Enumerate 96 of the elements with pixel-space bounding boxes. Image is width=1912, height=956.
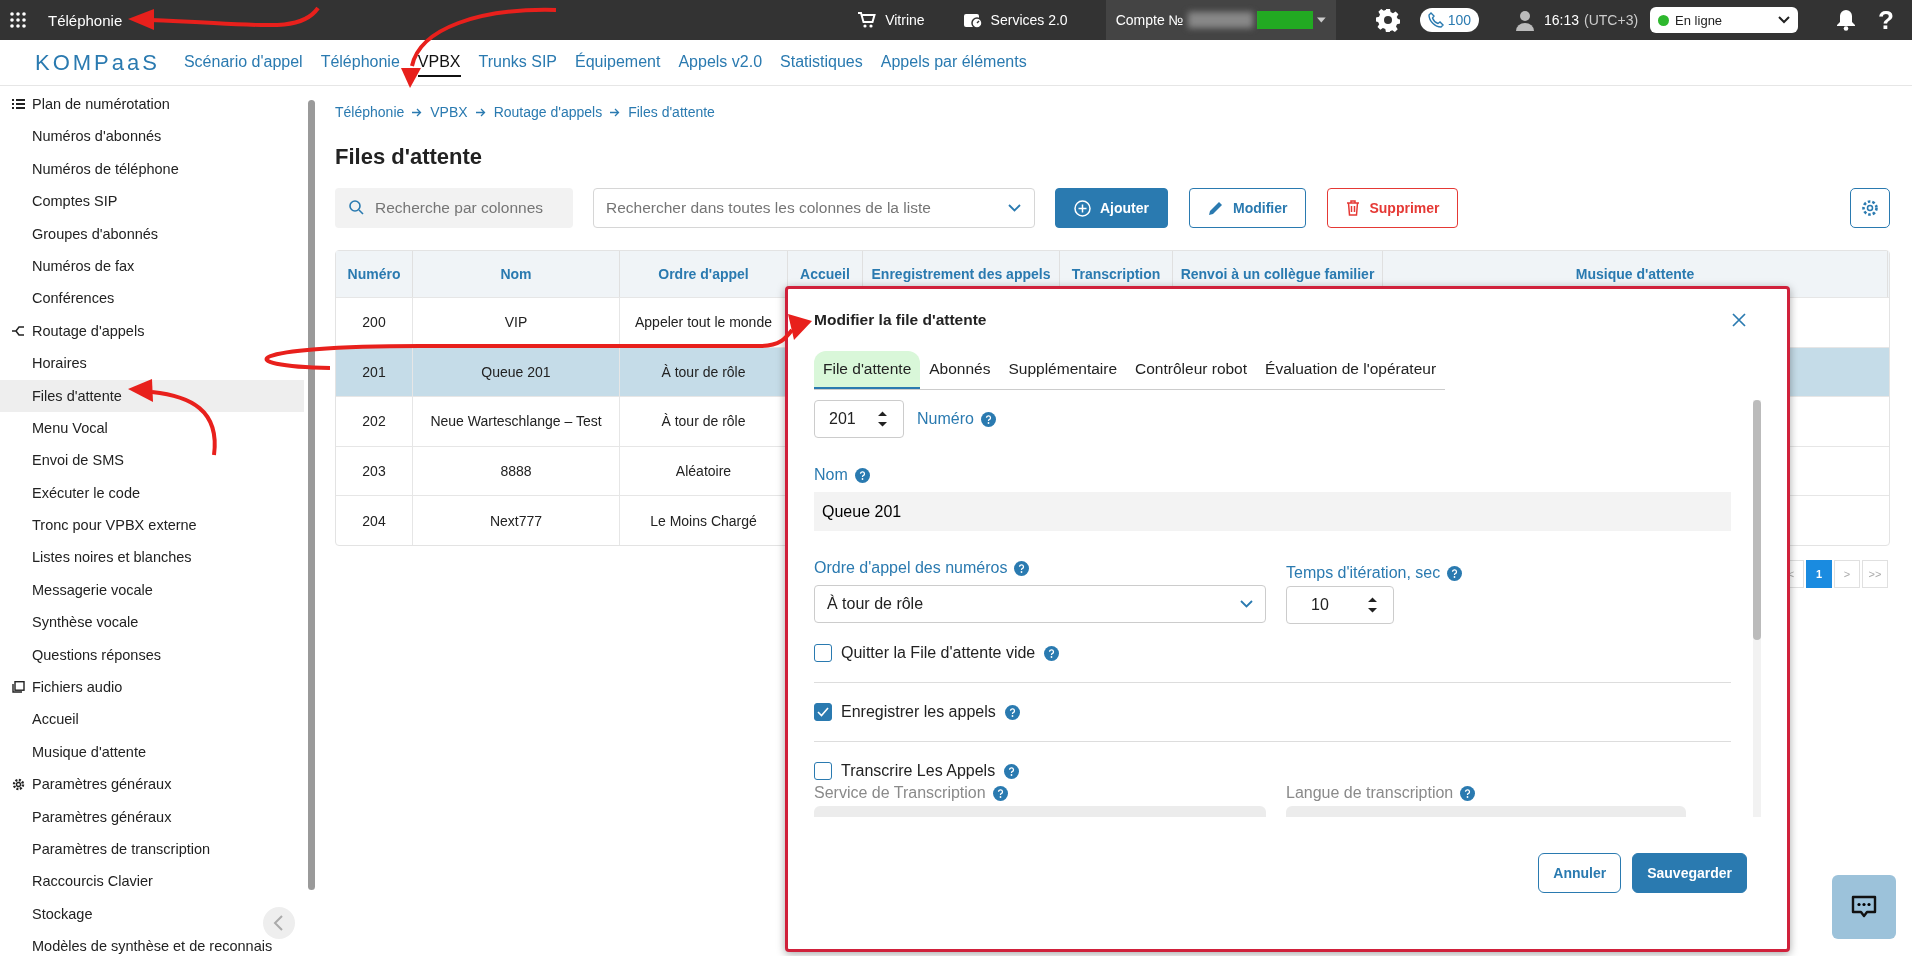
- call-order-select[interactable]: À tour de rôle: [814, 585, 1266, 623]
- breadcrumb-link[interactable]: Routage d'appels: [493, 104, 603, 120]
- sidebar-item[interactable]: Paramètres généraux: [0, 800, 304, 833]
- topbar-link[interactable]: Vitrine: [857, 11, 925, 29]
- sidebar-section[interactable]: Routage d'appels: [0, 314, 300, 348]
- calls-counter[interactable]: 100: [1419, 8, 1479, 32]
- number-spinner[interactable]: 201: [814, 400, 904, 438]
- table-cell: 204: [336, 496, 413, 545]
- nav-tab[interactable]: Équipement: [575, 48, 661, 77]
- dialog-tab[interactable]: Abonnés: [920, 351, 1000, 389]
- account-label: Compte №: [1115, 12, 1184, 28]
- brand-logo[interactable]: KOMPaaS: [35, 49, 160, 76]
- clock-time: 16:13: [1544, 12, 1580, 28]
- sidebar-item[interactable]: Stockage: [0, 897, 304, 931]
- checkbox-label: Enregistrer les appels: [841, 703, 996, 721]
- table-cell: Queue 201: [413, 347, 620, 397]
- table-cell: Neue Warteschlange – Test: [413, 397, 620, 446]
- sidebar-item[interactable]: Horaires: [0, 347, 304, 380]
- sidebar-item[interactable]: Menu Vocal: [0, 411, 304, 445]
- status-select[interactable]: En ligne: [1650, 7, 1799, 33]
- nav-tab[interactable]: Appels v2.0: [678, 48, 763, 77]
- sidebar-item[interactable]: Conférences: [0, 282, 304, 315]
- page-title: Files d'attente: [335, 144, 484, 170]
- name-field[interactable]: Queue 201: [814, 492, 1731, 531]
- section-label: Paramètres généraux: [32, 776, 172, 793]
- sidebar-item[interactable]: Paramètres de transcription: [0, 833, 304, 866]
- column-search-field[interactable]: Recherche par colonnes: [335, 188, 573, 228]
- sidebar-item[interactable]: Listes noires et blanches: [0, 541, 304, 574]
- checkbox-label: Quitter la File d'attente vide: [841, 644, 1036, 662]
- sidebar-item[interactable]: Accueil: [0, 703, 304, 736]
- section-label: Plan de numérotation: [32, 96, 170, 113]
- save-button[interactable]: Sauvegarder: [1632, 853, 1747, 893]
- dialog-tab[interactable]: Contrôleur robot: [1126, 351, 1257, 389]
- dialog-tab[interactable]: Évaluation de l'opérateur: [1256, 351, 1446, 389]
- column-header[interactable]: Nom: [413, 251, 620, 297]
- table-cell: VIP: [413, 298, 620, 347]
- sidebar-section[interactable]: Plan de numérotation: [0, 88, 300, 121]
- sidebar-item[interactable]: Exécuter le code: [0, 476, 304, 510]
- sidebar-item[interactable]: Modèles de synthèse et de reconnais: [0, 930, 304, 956]
- global-search-field[interactable]: Rechercher dans toutes les colonnes de la liste: [593, 188, 1035, 228]
- column-header[interactable]: Numéro: [336, 251, 413, 297]
- sidebar-section[interactable]: Fichiers audio: [0, 671, 300, 704]
- field-label: Nom: [814, 466, 848, 484]
- sidebar-item[interactable]: Files d'attente: [0, 379, 304, 412]
- table-cell: 8888: [413, 446, 620, 496]
- iteration-spinner[interactable]: 10: [1286, 586, 1394, 624]
- table-cell: 203: [336, 446, 413, 496]
- breadcrumb-link[interactable]: Files d'attente: [628, 104, 715, 120]
- status-label: En ligne: [1675, 12, 1723, 28]
- nav-tab[interactable]: Scénario d'appel: [183, 48, 303, 77]
- table-cell: 200: [336, 298, 413, 347]
- table-cell: 201: [336, 347, 413, 397]
- sidebar-item[interactable]: Numéros de fax: [0, 249, 304, 283]
- sidebar-item[interactable]: Raccourcis Clavier: [0, 865, 304, 898]
- sidebar-item[interactable]: Messagerie vocale: [0, 573, 304, 607]
- sidebar-item[interactable]: Numéros de téléphone: [0, 152, 304, 186]
- spinner-value: 201: [829, 410, 856, 428]
- breadcrumb-link[interactable]: VPBX: [430, 104, 468, 120]
- timezone: (UTC+3): [1584, 12, 1639, 28]
- topbar-link[interactable]: Services 2.0: [962, 11, 1068, 29]
- section-label: Routage d'appels: [32, 322, 145, 339]
- breadcrumb-link[interactable]: Téléphonie: [335, 104, 405, 120]
- field-label: Numéro: [917, 410, 974, 428]
- section-label: Fichiers audio: [32, 679, 123, 696]
- table-cell: 202: [336, 397, 413, 446]
- add-button[interactable]: Ajouter: [1055, 188, 1168, 228]
- nav-tab[interactable]: Téléphonie: [320, 48, 400, 77]
- sidebar-item[interactable]: Envoi de SMS: [0, 444, 304, 477]
- dialog-tab[interactable]: Supplémentaire: [999, 351, 1127, 389]
- table-cell: Next777: [413, 496, 620, 545]
- nav-tab[interactable]: Statistiques: [780, 48, 863, 77]
- field-label: Temps d'itération, sec: [1286, 564, 1441, 582]
- field-label: Langue de transcription: [1286, 784, 1454, 802]
- field-label: Ordre d'appel des numéros: [814, 559, 1008, 577]
- dialog-tab[interactable]: File d'attente: [814, 351, 921, 389]
- sidebar-item[interactable]: Numéros d'abonnés: [0, 120, 304, 153]
- sidebar-item[interactable]: Groupes d'abonnés: [0, 217, 304, 250]
- sidebar-item[interactable]: Musique d'attente: [0, 735, 304, 769]
- spinner-value: 10: [1311, 596, 1329, 614]
- field-label: Service de Transcription: [814, 784, 986, 802]
- help-button[interactable]: ?: [1878, 4, 1894, 36]
- dialog-title: Modifier la file d'attente: [814, 311, 987, 329]
- sidebar-section[interactable]: Paramètres généraux: [0, 768, 300, 801]
- account-selector[interactable]: Compte №: [1105, 0, 1336, 40]
- sidebar-item[interactable]: Questions réponses: [0, 638, 304, 672]
- edit-button[interactable]: Modifier: [1189, 188, 1307, 228]
- sidebar-item[interactable]: Comptes SIP: [0, 185, 304, 218]
- app-title: Téléphonie: [48, 11, 123, 29]
- cancel-button[interactable]: Annuler: [1538, 853, 1622, 893]
- sidebar-item[interactable]: Synthèse vocale: [0, 606, 304, 639]
- checkbox-label: Transcrire Les Appels: [841, 762, 996, 780]
- nav-tab[interactable]: Appels par éléments: [880, 48, 1027, 77]
- nav-tab[interactable]: Trunks SIP: [478, 48, 558, 77]
- page-link[interactable]: 1: [1806, 559, 1832, 588]
- delete-button[interactable]: Supprimer: [1327, 188, 1459, 228]
- sidebar-item[interactable]: Tronc pour VPBX externe: [0, 509, 304, 542]
